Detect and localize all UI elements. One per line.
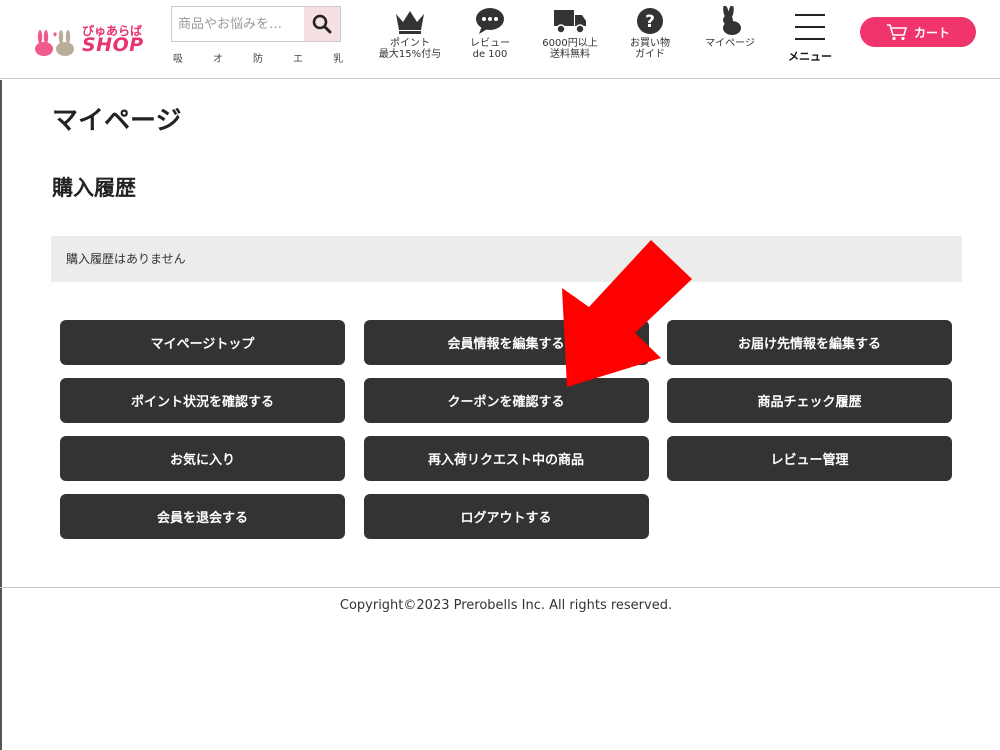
nav-shipping-label: 6000円以上 送料無料 — [542, 38, 598, 60]
point-status-button[interactable]: ポイント状況を確認する — [60, 378, 345, 423]
purchase-history-notice: 購入履歴はありません — [51, 236, 962, 282]
withdraw-membership-button[interactable]: 会員を退会する — [60, 494, 345, 539]
section-title: 購入履歴 — [52, 176, 136, 200]
question-icon: ? — [637, 8, 663, 34]
nav-guide-label: お買い物 ガイド — [630, 38, 670, 60]
menu-button[interactable]: メニュー — [782, 10, 838, 66]
mypage-top-button[interactable]: マイページトップ — [60, 320, 345, 365]
logout-button[interactable]: ログアウトする — [363, 494, 649, 539]
cart-icon — [886, 24, 908, 41]
nav-mypage-label: マイページ — [705, 38, 755, 49]
review-management-button[interactable]: レビュー管理 — [667, 436, 952, 481]
search-input[interactable] — [172, 7, 304, 41]
rabbit-icon — [723, 6, 741, 35]
keyword-link[interactable]: 防 — [253, 50, 263, 65]
nav-points[interactable]: ポイント 最大15%付与 — [370, 4, 450, 60]
crown-icon — [396, 11, 424, 34]
edit-delivery-address-button[interactable]: お届け先情報を編集する — [667, 320, 952, 365]
rabbits-logo-icon — [35, 30, 74, 56]
cart-button[interactable]: カート — [860, 17, 976, 47]
menu-label: メニュー — [788, 50, 832, 63]
nav-review-label: レビュー de 100 — [470, 38, 510, 60]
keyword-link[interactable]: エ — [293, 50, 303, 65]
search-box — [171, 6, 341, 42]
edit-member-info-button[interactable]: 会員情報を編集する — [363, 320, 649, 365]
footer-divider — [0, 587, 1000, 588]
svg-text:?: ? — [645, 12, 655, 32]
mypage-menu-grid: マイページトップ 会員情報を編集する お届け先情報を編集する ポイント状況を確認… — [60, 320, 952, 539]
site-header: ぴゅあらば SHOP 吸 オ 防 エ 乳 ポイント 最大15%付与 — [0, 0, 1000, 79]
logo-text-shop: SHOP — [82, 34, 144, 56]
copyright-text: Copyright©2023 Prerobells Inc. All right… — [339, 598, 673, 613]
speech-bubble-icon — [476, 8, 504, 34]
nav-shipping[interactable]: 6000円以上 送料無料 — [530, 4, 610, 60]
nav-guide[interactable]: ? お買い物 ガイド — [610, 4, 690, 60]
favorites-button[interactable]: お気に入り — [60, 436, 345, 481]
nav-points-label: ポイント 最大15%付与 — [378, 38, 442, 60]
truck-icon — [554, 10, 586, 34]
coupon-button[interactable]: クーポンを確認する — [363, 378, 649, 423]
hamburger-icon — [795, 14, 825, 40]
restock-request-button[interactable]: 再入荷リクエスト中の商品 — [363, 436, 649, 481]
popular-keywords: 吸 オ 防 エ 乳 — [173, 50, 343, 65]
nav-review[interactable]: レビュー de 100 — [450, 4, 530, 60]
search-button[interactable] — [304, 7, 340, 41]
shop-logo[interactable]: ぴゅあらば SHOP — [34, 22, 154, 62]
keyword-link[interactable]: 乳 — [333, 50, 343, 65]
page-title: マイページ — [52, 106, 182, 136]
nav-mypage[interactable]: マイページ — [690, 4, 770, 49]
search-icon — [312, 14, 332, 34]
window-edge — [0, 80, 2, 750]
cart-label: カート — [913, 25, 950, 40]
keyword-link[interactable]: オ — [213, 50, 223, 65]
product-check-history-button[interactable]: 商品チェック履歴 — [667, 378, 952, 423]
keyword-link[interactable]: 吸 — [173, 50, 183, 65]
